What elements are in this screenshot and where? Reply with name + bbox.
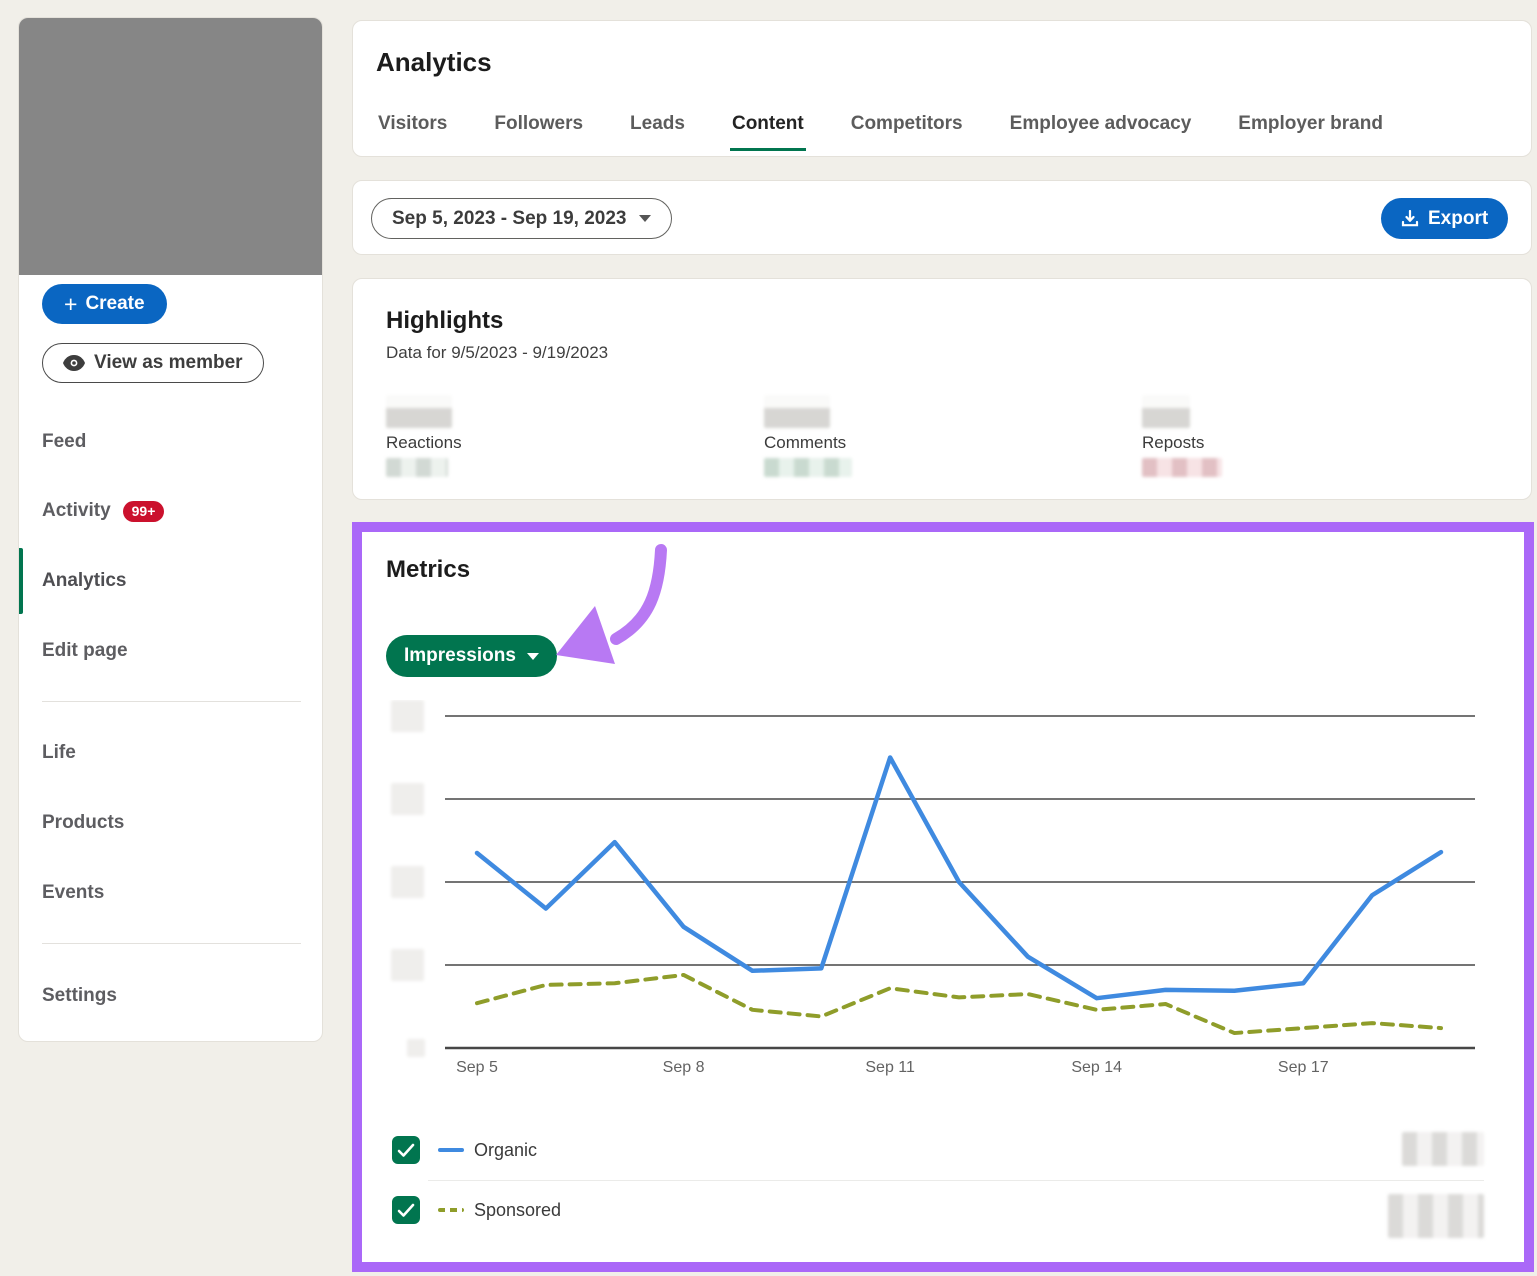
redacted-value-block <box>1402 1132 1484 1166</box>
view-as-member-label: View as member <box>94 352 243 374</box>
sidebar-item-edit-page[interactable]: Edit page <box>19 631 322 671</box>
sidebar-item-label: Settings <box>42 985 117 1007</box>
redacted-change-block <box>1142 458 1222 477</box>
tab-followers[interactable]: Followers <box>492 113 585 151</box>
sidebar-item-activity[interactable]: Activity 99+ <box>19 491 322 531</box>
download-icon <box>1401 210 1419 228</box>
sidebar-item-analytics[interactable]: Analytics <box>19 561 322 601</box>
redacted-y-tick <box>391 949 424 981</box>
metric-label: Reposts <box>1142 433 1402 453</box>
sidebar-item-settings[interactable]: Settings <box>19 976 322 1016</box>
metric-selector-label: Impressions <box>404 645 516 667</box>
page-title: Analytics <box>376 47 492 78</box>
create-button[interactable]: + Create <box>42 284 167 324</box>
redacted-change-block <box>386 458 448 477</box>
highlights-card: Highlights Data for 9/5/2023 - 9/19/2023… <box>352 278 1532 500</box>
highlights-subtitle: Data for 9/5/2023 - 9/19/2023 <box>386 343 608 363</box>
redacted-y-tick <box>391 783 424 815</box>
redacted-y-tick <box>391 700 424 732</box>
caret-down-icon <box>527 653 539 660</box>
toolbar-card: Sep 5, 2023 - Sep 19, 2023 Export <box>352 180 1532 255</box>
export-button[interactable]: Export <box>1381 198 1508 239</box>
analytics-header-card: Analytics Visitors Followers Leads Conte… <box>352 20 1532 157</box>
tab-content[interactable]: Content <box>730 113 806 151</box>
export-label: Export <box>1428 208 1488 230</box>
redacted-y-tick <box>391 866 424 898</box>
organic-line-swatch <box>438 1148 464 1152</box>
tab-visitors[interactable]: Visitors <box>376 113 449 151</box>
metrics-title: Metrics <box>386 556 470 584</box>
legend-row-organic: Organic <box>362 1132 1524 1168</box>
sponsored-line-swatch <box>438 1208 464 1212</box>
redacted-value-block <box>386 395 452 428</box>
x-tick-label: Sep 11 <box>865 1059 915 1076</box>
organic-checkbox[interactable] <box>392 1136 420 1164</box>
legend-label: Organic <box>474 1140 537 1161</box>
page-logo-placeholder <box>19 18 322 275</box>
chevron-down-icon <box>639 215 651 222</box>
sidebar-item-label: Edit page <box>42 640 128 662</box>
highlight-metric-comments: Comments <box>764 395 1024 477</box>
sidebar-item-label: Activity <box>42 500 111 522</box>
x-tick-label: Sep 17 <box>1278 1059 1329 1076</box>
redacted-value-block <box>1142 395 1190 428</box>
activity-count-badge: 99+ <box>123 501 165 522</box>
sidebar-item-products[interactable]: Products <box>19 803 322 843</box>
view-as-member-button[interactable]: View as member <box>42 343 264 383</box>
redacted-value-block <box>1388 1194 1484 1238</box>
date-range-label: Sep 5, 2023 - Sep 19, 2023 <box>392 208 627 230</box>
legend-row-sponsored: Sponsored <box>362 1192 1524 1228</box>
annotation-arrow <box>532 538 692 698</box>
redacted-y-tick <box>407 1039 425 1057</box>
legend-label: Sponsored <box>474 1200 561 1221</box>
metric-label: Reactions <box>386 433 646 453</box>
metrics-card-highlight-frame: Metrics Impressions Sep 5Sep 8Sep 11Sep … <box>352 522 1534 1272</box>
tab-employee-advocacy[interactable]: Employee advocacy <box>1008 113 1194 151</box>
sidebar-item-life[interactable]: Life <box>19 733 322 773</box>
sponsored-checkbox[interactable] <box>392 1196 420 1224</box>
tab-employer-brand[interactable]: Employer brand <box>1236 113 1385 151</box>
create-button-label: Create <box>85 293 144 315</box>
sidebar-item-label: Life <box>42 742 76 764</box>
sidebar-divider <box>42 701 301 702</box>
highlights-title: Highlights <box>386 307 503 335</box>
redacted-change-block <box>764 458 852 477</box>
sidebar-item-label: Analytics <box>42 570 126 592</box>
eye-icon <box>63 355 85 371</box>
sidebar: + Create View as member Feed Activity 99… <box>18 17 323 1042</box>
legend-divider <box>428 1180 1484 1181</box>
sidebar-item-label: Events <box>42 882 104 904</box>
metric-label: Comments <box>764 433 1024 453</box>
x-tick-label: Sep 8 <box>663 1059 705 1076</box>
sidebar-divider <box>42 943 301 944</box>
sidebar-item-label: Products <box>42 812 124 834</box>
plus-icon: + <box>64 293 77 316</box>
redacted-value-block <box>764 395 830 428</box>
x-tick-label: Sep 5 <box>456 1059 498 1076</box>
series-organic <box>477 758 1441 999</box>
date-range-selector[interactable]: Sep 5, 2023 - Sep 19, 2023 <box>371 198 672 239</box>
tab-competitors[interactable]: Competitors <box>849 113 965 151</box>
sidebar-item-label: Feed <box>42 431 86 453</box>
analytics-tabs: Visitors Followers Leads Content Competi… <box>376 113 1385 151</box>
x-tick-label: Sep 14 <box>1071 1059 1122 1076</box>
sidebar-item-feed[interactable]: Feed <box>19 422 322 462</box>
tab-leads[interactable]: Leads <box>628 113 687 151</box>
metric-selector-dropdown[interactable]: Impressions <box>386 635 557 677</box>
highlight-metric-reactions: Reactions <box>386 395 646 477</box>
highlight-metric-reposts: Reposts <box>1142 395 1402 477</box>
sidebar-item-events[interactable]: Events <box>19 873 322 913</box>
impressions-line-chart[interactable]: Sep 5 Sep 8 Sep 11 Sep 14 Sep 17 <box>380 700 1480 1080</box>
